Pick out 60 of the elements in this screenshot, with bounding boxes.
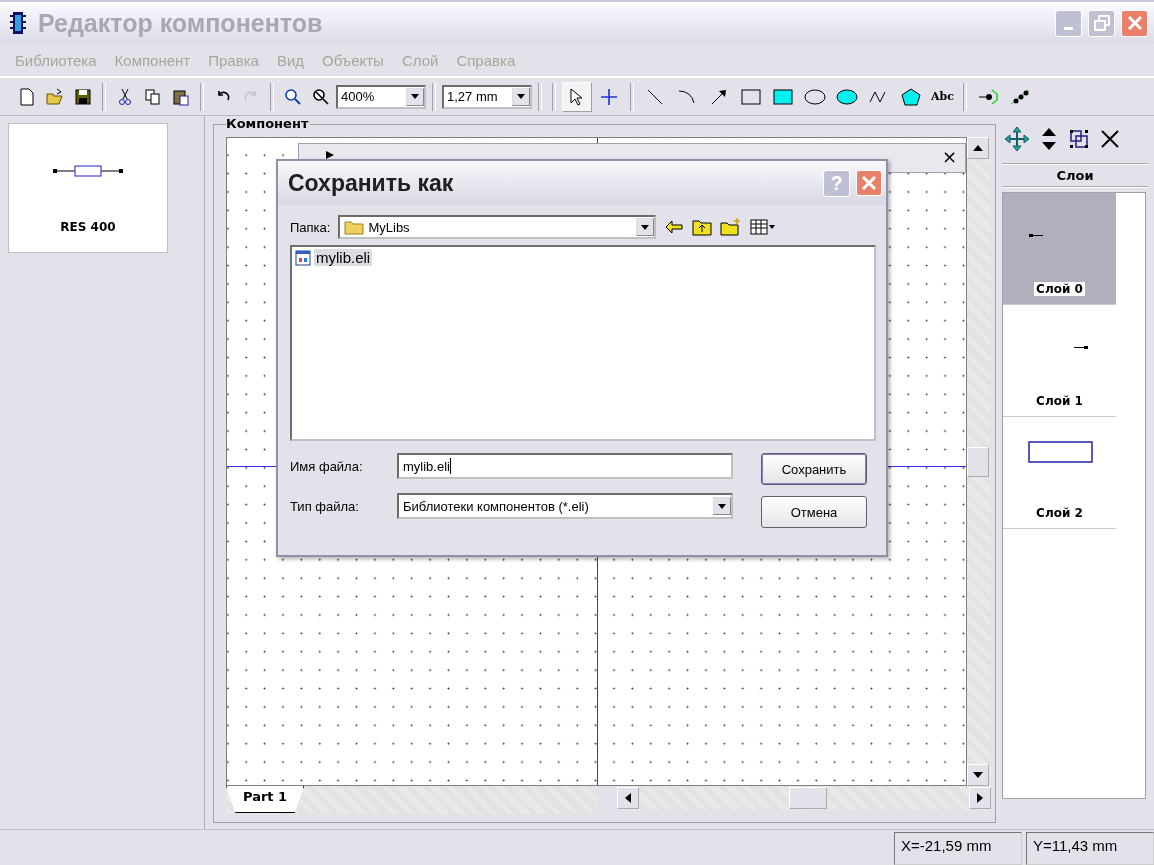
component-card[interactable]: RES 400 xyxy=(8,123,168,253)
pointer-tool-icon[interactable] xyxy=(562,81,592,112)
folder-icon xyxy=(344,219,365,235)
scrollbar-thumb[interactable] xyxy=(967,446,989,477)
folder-label: Папка: xyxy=(290,219,331,235)
close-button[interactable] xyxy=(856,170,882,196)
close-icon xyxy=(861,175,877,191)
filetype-dropdown[interactable]: Библиотеки компонентов (*.eli) xyxy=(397,493,733,519)
down-arrow-icon[interactable] xyxy=(973,772,983,778)
back-arrow-icon[interactable] xyxy=(664,219,685,235)
filename-field[interactable]: mylib.eli xyxy=(397,453,733,479)
folder-dropdown[interactable]: MyLibs xyxy=(338,215,657,239)
up-folder-icon[interactable] xyxy=(692,218,713,236)
filetype-label: Тип файла: xyxy=(290,498,360,514)
move-icon[interactable] xyxy=(1004,126,1030,152)
filename-label: Имя файла: xyxy=(290,458,364,474)
right-arrow-icon[interactable] xyxy=(977,793,983,803)
vertical-scrollbar[interactable] xyxy=(967,137,991,786)
left-arrow-icon[interactable] xyxy=(625,793,631,803)
close-icon[interactable] xyxy=(1100,129,1120,149)
restore-icon xyxy=(1093,15,1110,31)
cancel-button[interactable]: Отмена xyxy=(761,496,867,528)
dropdown-arrow-icon xyxy=(411,94,419,99)
layer-name: Слой 2 xyxy=(1034,506,1085,520)
window-title: Редактор компонентов xyxy=(38,8,323,38)
sheet-tab[interactable]: Part 1 xyxy=(226,786,305,813)
minimize-icon xyxy=(1064,26,1073,30)
y-coordinate: Y=11,43 mm xyxy=(1026,832,1154,865)
zoom-dropdown[interactable]: 400% xyxy=(336,84,426,109)
component-name: RES 400 xyxy=(60,220,116,234)
up-down-arrows-icon[interactable] xyxy=(1040,126,1058,152)
layer-name: Слой 0 xyxy=(1034,282,1085,296)
chip-icon xyxy=(10,11,26,35)
file-icon xyxy=(295,249,311,266)
resize-frame-icon[interactable] xyxy=(1068,128,1090,150)
grid-step-dropdown[interactable]: 1,27 mm xyxy=(442,84,532,109)
view-menu-icon[interactable] xyxy=(750,219,777,235)
close-icon xyxy=(1126,15,1143,31)
layers-header: Слои xyxy=(1002,163,1148,188)
triangle-icon xyxy=(325,150,335,160)
layer-item[interactable]: Слой 0 xyxy=(1003,193,1116,305)
dropdown-arrow-icon xyxy=(517,94,525,99)
x-coordinate: X=-21,59 mm xyxy=(894,832,1022,865)
layer-name: Слой 1 xyxy=(1034,394,1085,408)
group-title: Компонент xyxy=(226,116,311,131)
close-button[interactable]: × xyxy=(941,150,957,164)
dropdown-arrow-icon xyxy=(641,224,650,230)
pin-icon xyxy=(1029,233,1043,238)
file-list[interactable]: mylib.eli xyxy=(290,245,876,441)
horizontal-scrollbar[interactable] xyxy=(617,786,991,810)
pin-icon xyxy=(1074,345,1088,350)
new-folder-icon[interactable] xyxy=(720,218,743,236)
resistor-icon xyxy=(53,164,123,178)
scrollbar-thumb[interactable] xyxy=(789,787,827,809)
dialog-title: Сохранить как xyxy=(288,169,454,197)
close-button[interactable] xyxy=(1121,9,1148,37)
save-button[interactable]: Сохранить xyxy=(761,453,867,485)
up-arrow-icon[interactable] xyxy=(973,145,983,151)
dropdown-arrow-icon xyxy=(718,503,726,509)
text-tool-button[interactable]: Abc xyxy=(928,81,957,112)
